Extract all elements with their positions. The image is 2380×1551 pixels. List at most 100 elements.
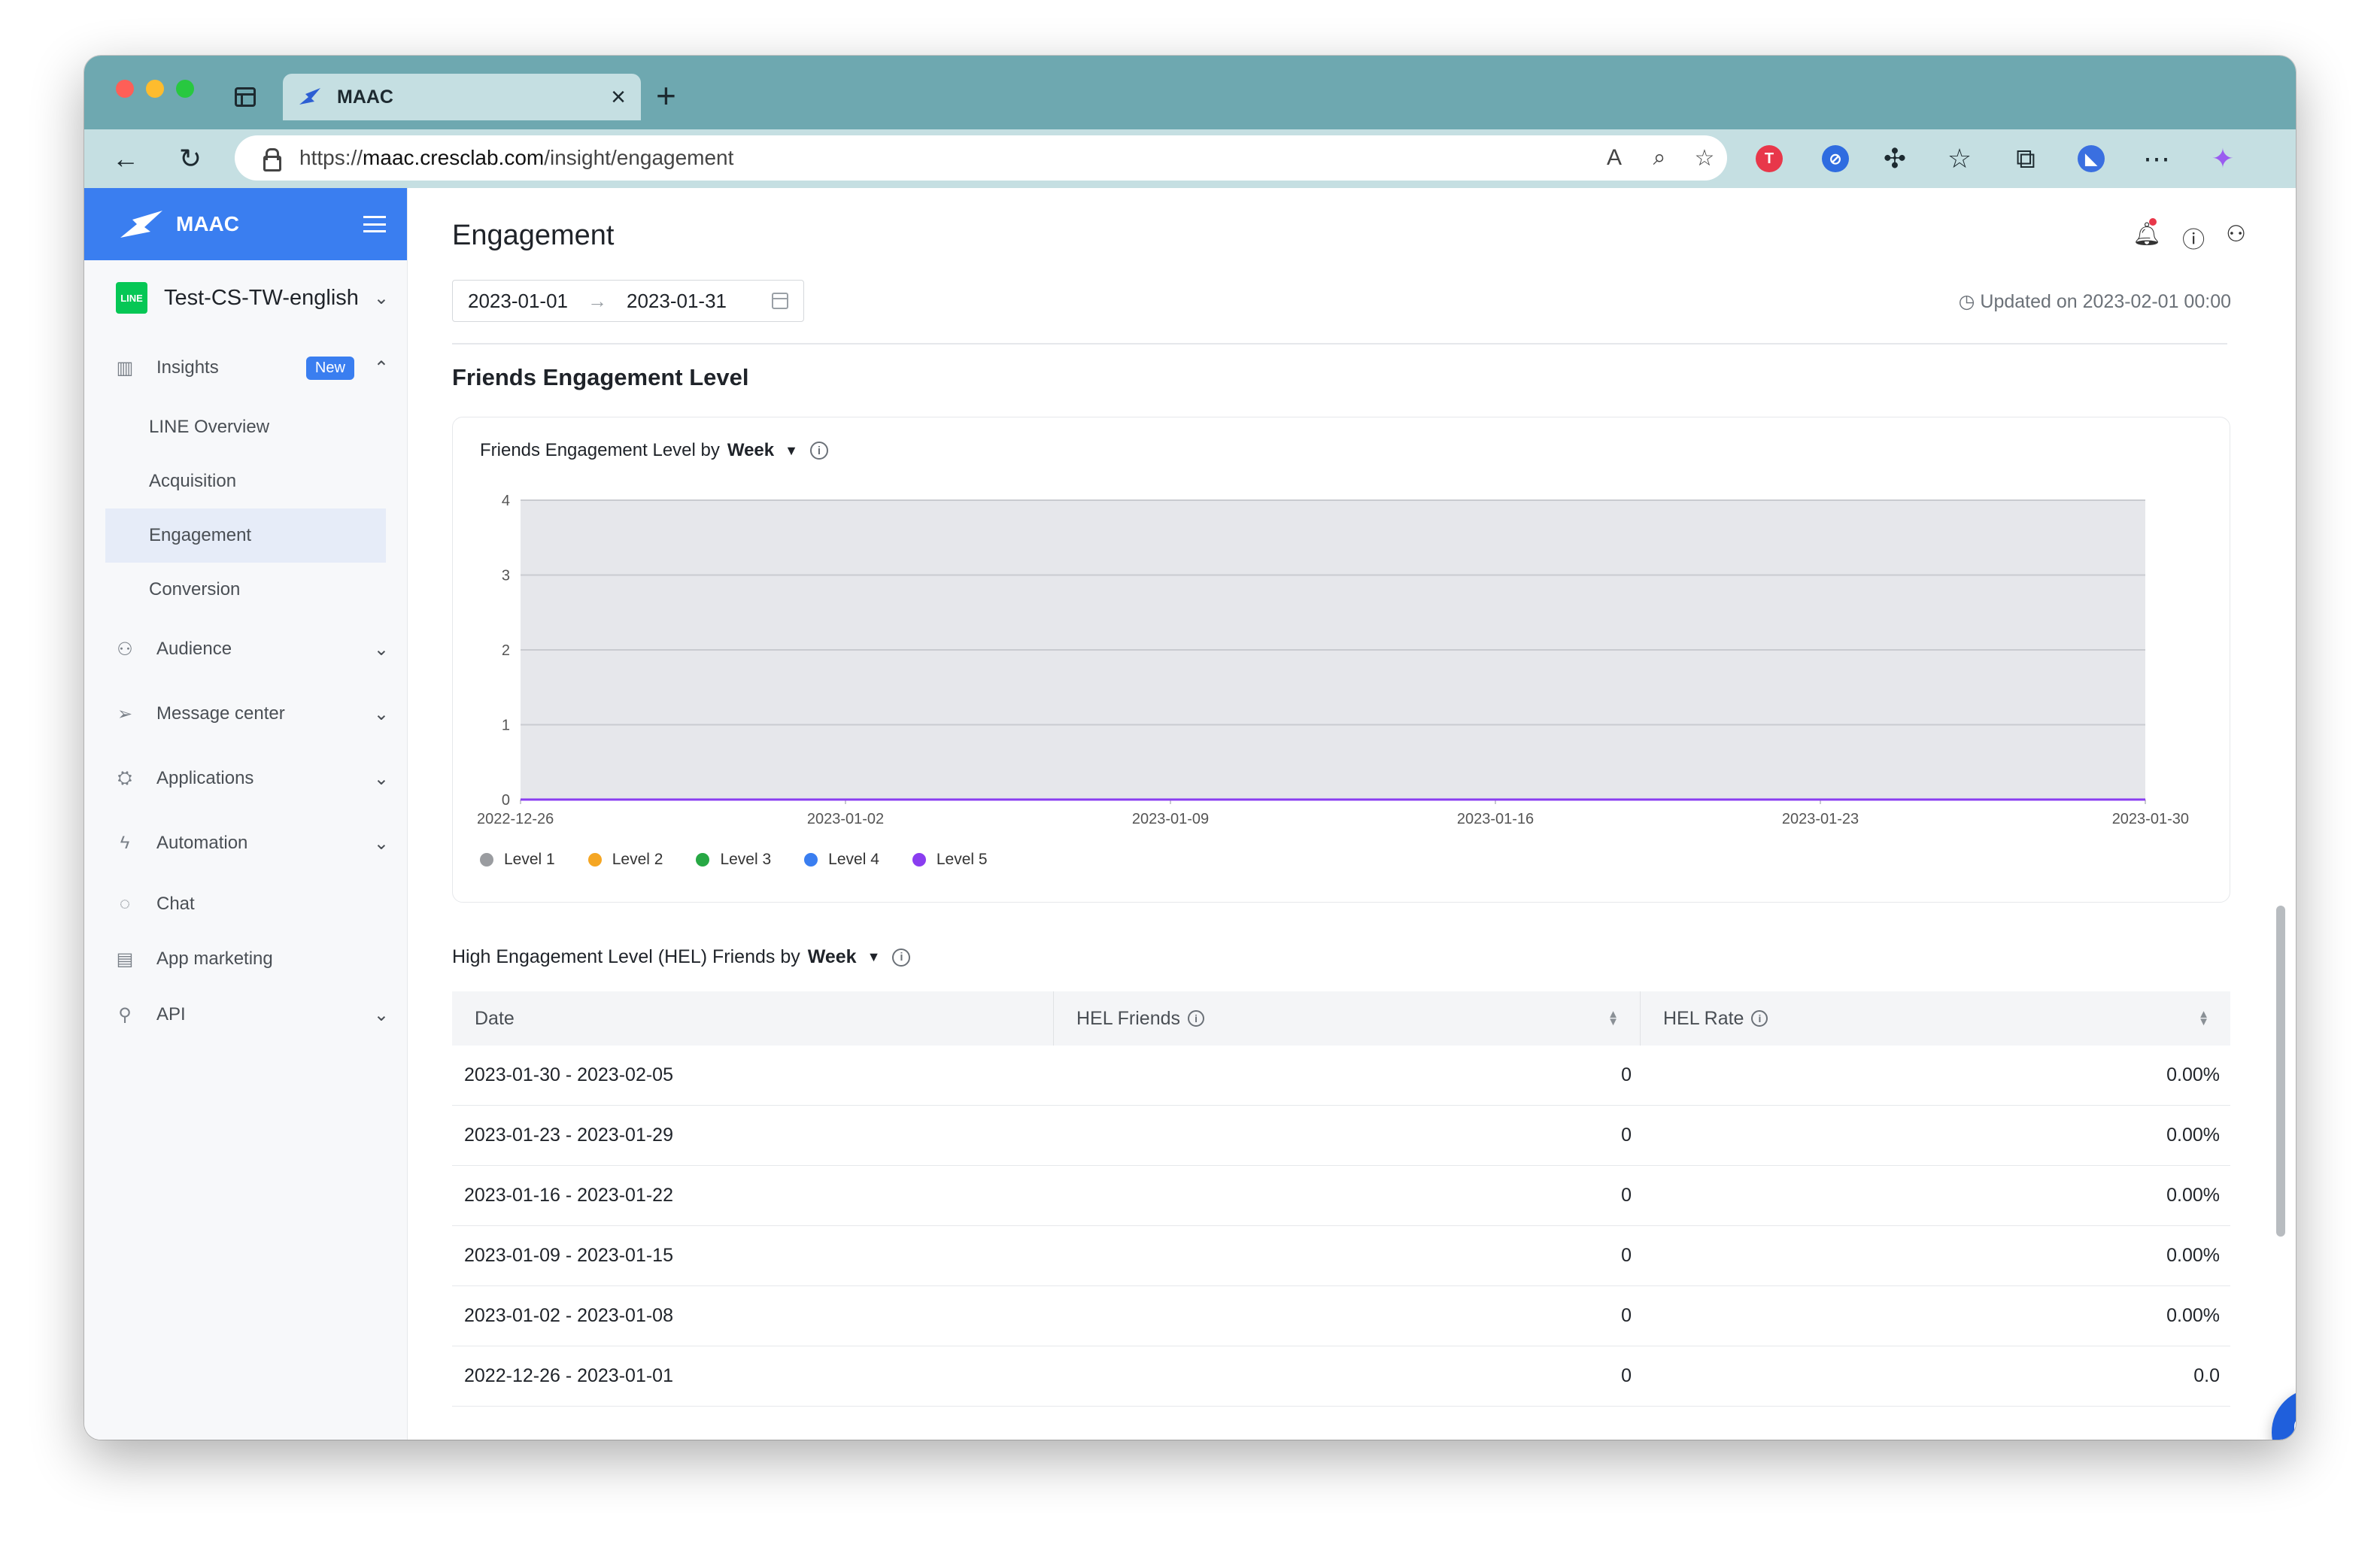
chevron-down-icon: ⌄ — [373, 639, 389, 660]
section-title: Friends Engagement Level — [452, 364, 749, 390]
minimize-window-button[interactable] — [146, 80, 164, 98]
rocket-icon: ⛭ — [117, 768, 132, 788]
hel-table: Date HEL Friends i ▲ ▼ HEL Rate i ▲ ▼ 2023… — [452, 991, 2230, 1407]
legend-item[interactable]: Level 4 — [804, 851, 879, 869]
legend-dot — [696, 853, 710, 867]
calendar-icon[interactable] — [772, 293, 788, 309]
bell-icon[interactable]: 🔔︎ — [2133, 218, 2161, 254]
chevron-down-icon: ⌄ — [373, 768, 389, 789]
chart-icon: ▥ — [116, 357, 134, 378]
plug-icon: ⚲ — [118, 1004, 132, 1025]
chat-icon: ◌ — [119, 894, 131, 914]
sidebar-item-message-center[interactable]: ➢ Message center ⌄ — [84, 681, 407, 746]
chevron-down-icon: ⌄ — [373, 833, 389, 854]
sidebar-item-chat[interactable]: ◌ Chat — [84, 876, 407, 933]
info-icon[interactable]: i — [1188, 1010, 1205, 1027]
profile-avatar[interactable]: ◣ — [2078, 145, 2105, 172]
copilot-icon[interactable]: ✦ — [2202, 138, 2243, 179]
sidebar-item-automation[interactable]: ϟ Automation ⌄ — [84, 811, 407, 876]
extension-red-icon[interactable]: T — [1756, 145, 1783, 172]
browser-window: MAAC × + ← ↻ https://maac.cresclab.com/i… — [84, 56, 2296, 1440]
sidebar-item-api[interactable]: ⚲ API ⌄ — [84, 985, 407, 1044]
tab-actions-icon[interactable] — [235, 87, 256, 107]
legend-item[interactable]: Level 5 — [912, 851, 988, 869]
favorites-icon[interactable]: ☆ — [1939, 138, 1980, 179]
sidebar-item-applications[interactable]: ⛭ Applications ⌄ — [84, 746, 407, 811]
menu-toggle-icon[interactable] — [363, 216, 386, 232]
chart-legend: Level 1 Level 2 Level 3 Level 4 Level 5 — [480, 851, 988, 869]
close-window-button[interactable] — [116, 80, 134, 98]
y-tick-label: 4 — [502, 493, 510, 509]
x-tick-label: 2023-01-30 — [2112, 811, 2189, 827]
zoom-icon[interactable]: ⌕ — [1637, 145, 1682, 171]
chevron-down-icon: ⌄ — [373, 1004, 389, 1025]
account-icon[interactable]: ⚇ — [2226, 221, 2246, 254]
table-row: 2023-01-02 - 2023-01-08 0 0.00% — [452, 1286, 2230, 1346]
brand-bar: MAAC — [84, 188, 407, 260]
more-icon[interactable]: ⋯ — [2136, 138, 2177, 179]
table-row: 2023-01-30 - 2023-02-05 0 0.00% — [452, 1046, 2230, 1106]
account-selector[interactable]: LINE Test-CS-TW-english ⌄ — [84, 260, 407, 335]
close-tab-icon[interactable]: × — [611, 84, 626, 110]
new-badge: New — [305, 356, 354, 380]
caret-down-icon[interactable]: ▼ — [867, 949, 881, 965]
column-date: Date — [452, 991, 1054, 1046]
x-tick-label: 2023-01-02 — [807, 811, 884, 827]
sidebar-item-audience[interactable]: ⚇ Audience ⌄ — [84, 617, 407, 681]
y-tick-label: 1 — [502, 718, 510, 734]
legend-label: Level 2 — [612, 851, 663, 868]
tab-bar: MAAC × + — [84, 56, 2296, 129]
sidebar-item-insights[interactable]: ▥ Insights New ⌃ — [84, 335, 407, 400]
address-bar[interactable]: https://maac.cresclab.com/insight/engage… — [235, 135, 1727, 181]
legend-label: Level 1 — [504, 851, 555, 868]
reload-icon[interactable]: ↻ — [170, 138, 211, 179]
column-hel-rate[interactable]: HEL Rate i ▲ ▼ — [1641, 991, 2230, 1046]
x-tick-label: 2023-01-09 — [1132, 811, 1209, 827]
legend-dot — [480, 853, 493, 867]
info-icon[interactable]: i — [1751, 1010, 1768, 1027]
url-text: https://maac.cresclab.com/insight/engage… — [299, 146, 734, 169]
read-aloud-icon[interactable]: A — [1592, 145, 1637, 171]
date-start[interactable]: 2023-01-01 — [468, 290, 568, 313]
extension-link-icon[interactable]: ⊘ — [1822, 145, 1849, 172]
scrollbar[interactable] — [2276, 906, 2285, 1237]
favorite-icon[interactable]: ☆ — [1682, 145, 1727, 171]
chat-bubble-icon — [2294, 1417, 2296, 1440]
y-tick-label: 2 — [502, 642, 510, 659]
brand-name: MAAC — [176, 212, 239, 235]
hel-title: High Engagement Level (HEL) Friends by W… — [452, 946, 911, 968]
sidebar-item-conversion[interactable]: Conversion — [84, 563, 407, 617]
maximize-window-button[interactable] — [176, 80, 194, 98]
collections-icon[interactable]: ⧉ — [2005, 138, 2046, 179]
sort-icon[interactable]: ▲ ▼ — [2198, 1009, 2209, 1027]
column-hel-friends[interactable]: HEL Friends i ▲ ▼ — [1054, 991, 1641, 1046]
sidebar-item-engagement[interactable]: Engagement — [105, 508, 386, 563]
line-logo-icon: LINE — [116, 282, 147, 314]
legend-dot — [587, 853, 602, 867]
browser-tab[interactable]: MAAC × — [283, 74, 641, 120]
date-end[interactable]: 2023-01-31 — [627, 290, 727, 313]
y-tick-label: 0 — [502, 792, 510, 809]
extensions-icon[interactable]: ✣ — [1875, 138, 1915, 179]
back-icon[interactable]: ← — [105, 138, 146, 179]
maac-logo-icon — [299, 88, 320, 105]
sort-icon[interactable]: ▲ ▼ — [1607, 1009, 1619, 1027]
legend-item[interactable]: Level 2 — [587, 851, 663, 869]
legend-dot — [804, 853, 818, 867]
help-icon[interactable]: ⓘ — [2182, 221, 2205, 254]
sidebar-item-acquisition[interactable]: Acquisition — [84, 454, 407, 508]
sidebar-item-line-overview[interactable]: LINE Overview — [84, 400, 407, 454]
legend-label: Level 5 — [936, 851, 988, 868]
hel-period-dropdown[interactable]: Week — [808, 946, 857, 968]
legend-label: Level 3 — [720, 851, 772, 868]
info-icon[interactable]: i — [892, 948, 911, 967]
new-tab-button[interactable]: + — [656, 78, 676, 113]
clock-icon: ◷ — [1958, 291, 1981, 312]
user-icon: ⚇ — [117, 639, 133, 660]
sidebar-item-app-marketing[interactable]: ▤ App marketing — [84, 933, 407, 985]
date-range-picker[interactable]: 2023-01-01 → 2023-01-31 — [452, 280, 804, 322]
arrow-right-icon: → — [587, 289, 607, 312]
legend-item[interactable]: Level 3 — [696, 851, 771, 869]
chevron-down-icon: ⌄ — [373, 287, 389, 308]
legend-item[interactable]: Level 1 — [480, 851, 555, 869]
